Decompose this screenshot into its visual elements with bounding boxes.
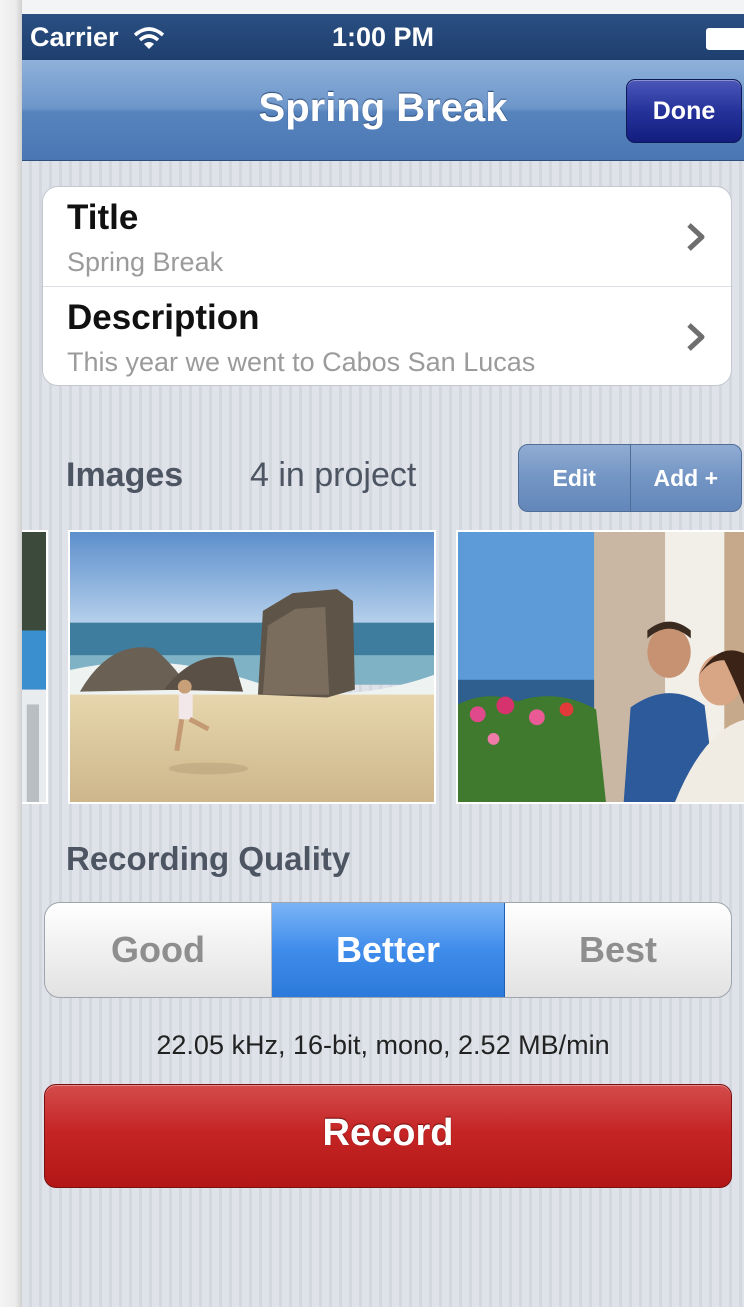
recording-spec-text: 22.05 kHz, 16-bit, mono, 2.52 MB/min (156, 1030, 610, 1060)
quality-option-best[interactable]: Best (505, 903, 731, 997)
title-row-label: Title (67, 198, 139, 237)
image-thumbnail[interactable] (68, 530, 436, 804)
done-button[interactable]: Done (626, 79, 742, 143)
navigation-bar: Spring Break Done (22, 60, 744, 161)
images-section-label: Images (66, 456, 184, 494)
title-row-value: Spring Break (67, 247, 224, 277)
recording-quality-selector: Good Better Best (44, 902, 732, 998)
status-bar: Carrier 1:00 PM (22, 14, 744, 60)
battery-icon (706, 28, 744, 50)
device-frame-edge (0, 0, 22, 1307)
title-row[interactable]: Title Spring Break (43, 187, 731, 287)
record-button[interactable]: Record (44, 1084, 732, 1188)
images-edit-add-control: Edit Add + (518, 444, 742, 512)
clock: 1:00 PM (331, 22, 435, 52)
image-thumbnail[interactable] (456, 530, 744, 804)
chevron-right-icon (687, 323, 705, 351)
photo-pool-partial (22, 532, 46, 802)
photo-beach (70, 532, 434, 802)
image-thumbnail[interactable] (22, 530, 48, 804)
description-row-label: Description (67, 298, 260, 337)
images-count: 4 in project (250, 456, 417, 494)
recording-quality-label: Recording Quality (66, 840, 351, 877)
description-row[interactable]: Description This year we went to Cabos S… (43, 287, 731, 385)
images-strip[interactable] (22, 530, 744, 804)
edit-images-button[interactable]: Edit (519, 445, 631, 511)
photo-couple (458, 532, 744, 802)
app-screen: Carrier 1:00 PM Spring Break Done Title … (22, 14, 744, 1307)
chevron-right-icon (687, 223, 705, 251)
quality-option-better[interactable]: Better (272, 903, 505, 997)
add-image-button[interactable]: Add + (631, 445, 742, 511)
description-row-value: This year we went to Cabos San Lucas (67, 347, 536, 377)
project-details-group: Title Spring Break Description This year… (42, 186, 732, 386)
quality-option-good[interactable]: Good (45, 903, 272, 997)
